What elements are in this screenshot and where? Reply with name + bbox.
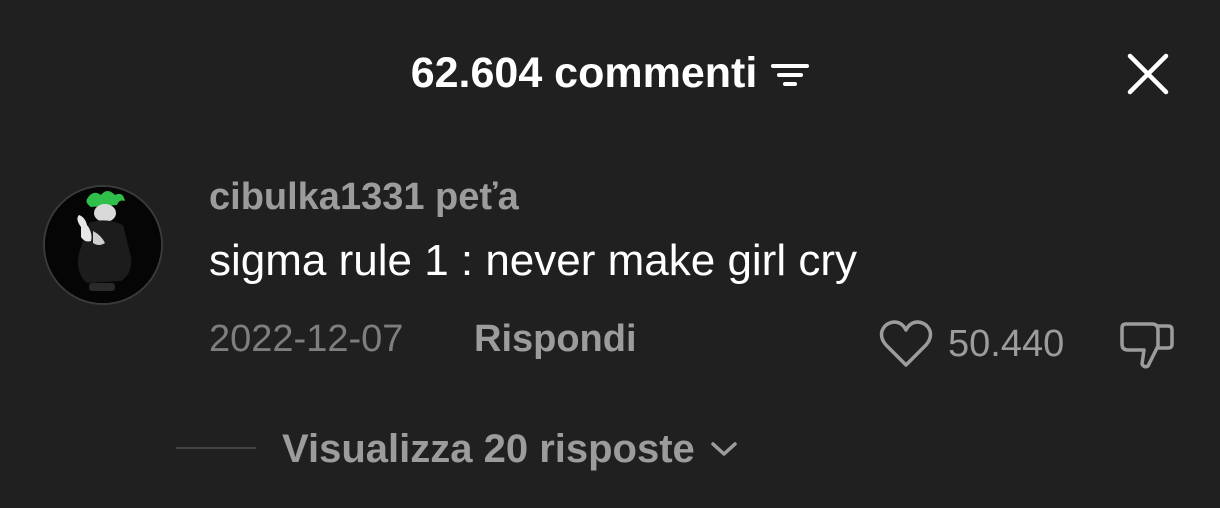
heart-icon <box>879 320 933 367</box>
comments-header: 62.604 commenti <box>0 38 1220 108</box>
comments-count-title: 62.604 commenti <box>410 48 758 97</box>
filter-icon[interactable] <box>771 60 810 90</box>
close-icon <box>1127 53 1169 95</box>
chevron-down-icon <box>711 442 737 456</box>
comment-date: 2022-12-07 <box>209 318 404 360</box>
dislike-button[interactable] <box>1118 318 1176 372</box>
view-replies-button[interactable]: Visualizza 20 risposte <box>282 424 739 474</box>
comment-text: sigma rule 1 : never make girl cry <box>209 236 857 285</box>
avatar[interactable] <box>45 187 161 303</box>
thumbs-down-icon <box>1120 322 1174 369</box>
comment-username[interactable]: cibulka1331 peťa <box>209 176 519 219</box>
close-button[interactable] <box>1122 48 1174 100</box>
title-wrap: 62.604 commenti <box>0 38 1220 108</box>
reply-button[interactable]: Rispondi <box>474 318 637 361</box>
view-replies-label: Visualizza 20 risposte <box>282 426 695 471</box>
replies-divider <box>176 447 256 449</box>
like-button[interactable]: 50.440 <box>878 318 1064 370</box>
like-count: 50.440 <box>948 322 1065 365</box>
